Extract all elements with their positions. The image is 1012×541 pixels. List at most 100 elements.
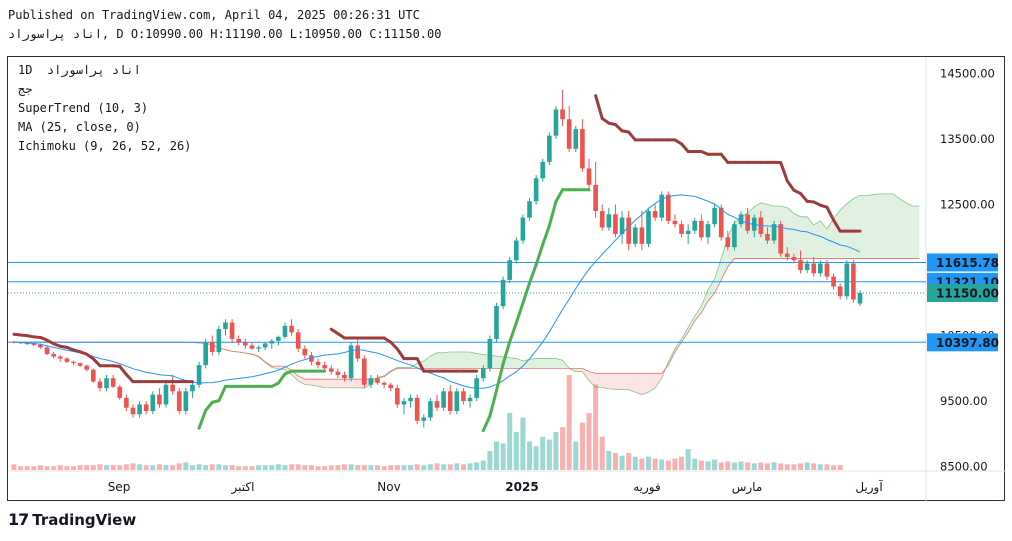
- candle-body[interactable]: [322, 365, 327, 369]
- candle-body[interactable]: [434, 401, 440, 408]
- candle-body[interactable]: [712, 207, 717, 225]
- candle-body[interactable]: [38, 344, 43, 348]
- candle-body[interactable]: [183, 391, 189, 411]
- candle-body[interactable]: [672, 220, 678, 225]
- legend-ma[interactable]: MA (25, close, 0): [18, 120, 141, 134]
- candle-body[interactable]: [573, 129, 579, 149]
- candle-body[interactable]: [355, 345, 361, 359]
- candle-body[interactable]: [395, 388, 400, 405]
- candle-body[interactable]: [375, 378, 380, 383]
- candle-body[interactable]: [851, 263, 856, 300]
- candle-body[interactable]: [566, 119, 572, 149]
- candle-body[interactable]: [289, 325, 294, 333]
- candle-body[interactable]: [401, 401, 407, 405]
- candle-body[interactable]: [818, 263, 823, 274]
- candle-body[interactable]: [837, 286, 843, 297]
- candle-body[interactable]: [137, 404, 142, 415]
- candle-body[interactable]: [428, 401, 433, 418]
- candle-body[interactable]: [718, 207, 724, 238]
- candle-body[interactable]: [269, 340, 275, 344]
- candle-body[interactable]: [831, 276, 836, 287]
- candle-body[interactable]: [613, 214, 618, 234]
- candle-body[interactable]: [798, 260, 803, 271]
- candle-body[interactable]: [163, 384, 169, 405]
- candle-body[interactable]: [203, 342, 208, 366]
- candle-body[interactable]: [276, 336, 281, 341]
- candle-body[interactable]: [381, 382, 387, 385]
- candle-body[interactable]: [414, 397, 420, 421]
- candlestick-chart[interactable]: 14500.0013500.0012500.0010500.009500.008…: [8, 57, 1006, 502]
- candle-body[interactable]: [229, 322, 235, 339]
- candle-body[interactable]: [328, 368, 334, 372]
- candle-body[interactable]: [553, 109, 559, 136]
- candle-body[interactable]: [527, 201, 532, 218]
- candle-body[interactable]: [342, 374, 347, 379]
- candle-body[interactable]: [533, 178, 539, 202]
- candle-body[interactable]: [57, 356, 63, 359]
- candle-body[interactable]: [157, 394, 162, 405]
- candle-body[interactable]: [626, 217, 631, 244]
- candle-body[interactable]: [547, 135, 552, 162]
- candle-body[interactable]: [97, 381, 103, 389]
- candle-body[interactable]: [282, 325, 288, 337]
- candle-body[interactable]: [513, 240, 519, 261]
- candle-body[interactable]: [632, 227, 638, 244]
- candle-body[interactable]: [639, 227, 645, 244]
- candle-body[interactable]: [209, 342, 215, 352]
- candle-body[interactable]: [71, 361, 76, 364]
- candle-body[interactable]: [51, 353, 56, 357]
- legend-supertrend[interactable]: SuperTrend (10, 3): [18, 101, 148, 115]
- candle-body[interactable]: [461, 391, 466, 402]
- candle-body[interactable]: [824, 263, 830, 277]
- candle-body[interactable]: [315, 361, 321, 366]
- candle-body[interactable]: [778, 224, 784, 254]
- candle-body[interactable]: [454, 391, 460, 411]
- candle-body[interactable]: [77, 363, 83, 366]
- candle-body[interactable]: [494, 306, 499, 339]
- legend-ichimoku[interactable]: Ichimoku (9, 26, 52, 26): [18, 139, 191, 153]
- candle-body[interactable]: [679, 224, 684, 234]
- candle-body[interactable]: [368, 378, 374, 385]
- candle-body[interactable]: [256, 347, 261, 349]
- candle-body[interactable]: [685, 230, 691, 234]
- candle-body[interactable]: [599, 211, 605, 228]
- candle-body[interactable]: [586, 168, 592, 185]
- candle-body[interactable]: [507, 260, 513, 280]
- candle-body[interactable]: [699, 220, 704, 238]
- candle-body[interactable]: [117, 386, 123, 398]
- candle-body[interactable]: [176, 391, 182, 411]
- candle-body[interactable]: [580, 129, 585, 169]
- candle-body[interactable]: [540, 161, 546, 179]
- candle-body[interactable]: [804, 263, 810, 271]
- candle-body[interactable]: [31, 344, 37, 346]
- candle-body[interactable]: [652, 211, 658, 218]
- candle-body[interactable]: [765, 234, 770, 241]
- candle-body[interactable]: [361, 358, 367, 385]
- candle-body[interactable]: [104, 378, 109, 389]
- candle-body[interactable]: [738, 214, 744, 225]
- candle-body[interactable]: [90, 369, 96, 382]
- candle-body[interactable]: [560, 109, 565, 120]
- candle-body[interactable]: [784, 253, 790, 257]
- candle-body[interactable]: [408, 397, 413, 402]
- candle-body[interactable]: [500, 279, 506, 307]
- candle-body[interactable]: [791, 256, 797, 261]
- candle-body[interactable]: [593, 184, 598, 212]
- candle-body[interactable]: [302, 348, 308, 356]
- candle-body[interactable]: [196, 365, 202, 385]
- tradingview-brand[interactable]: 17 TradingView: [8, 510, 136, 529]
- candle-body[interactable]: [857, 293, 863, 304]
- candle-body[interactable]: [243, 342, 248, 346]
- candle-body[interactable]: [249, 345, 255, 349]
- candle-body[interactable]: [110, 378, 116, 387]
- candle-body[interactable]: [467, 397, 473, 402]
- candle-body[interactable]: [124, 397, 129, 408]
- candle-body[interactable]: [84, 365, 90, 370]
- candle-body[interactable]: [64, 358, 70, 362]
- candle-body[interactable]: [295, 332, 301, 349]
- candle-body[interactable]: [236, 338, 242, 343]
- candle-body[interactable]: [725, 237, 731, 248]
- candle-body[interactable]: [811, 263, 817, 274]
- candle-body[interactable]: [520, 217, 526, 241]
- candle-body[interactable]: [646, 211, 651, 244]
